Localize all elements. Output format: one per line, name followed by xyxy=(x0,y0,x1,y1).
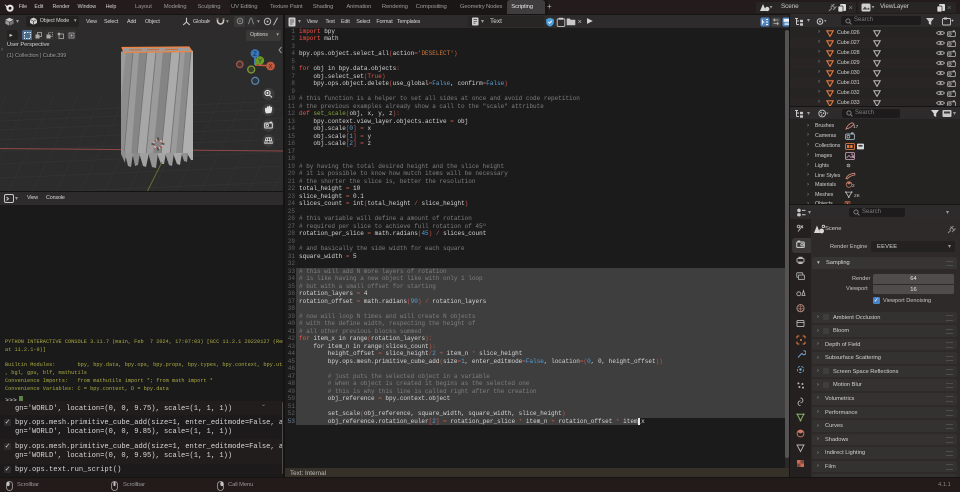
svg-text:Z: Z xyxy=(253,52,257,58)
svg-text:X: X xyxy=(268,64,272,70)
svg-text:Y: Y xyxy=(258,59,262,65)
